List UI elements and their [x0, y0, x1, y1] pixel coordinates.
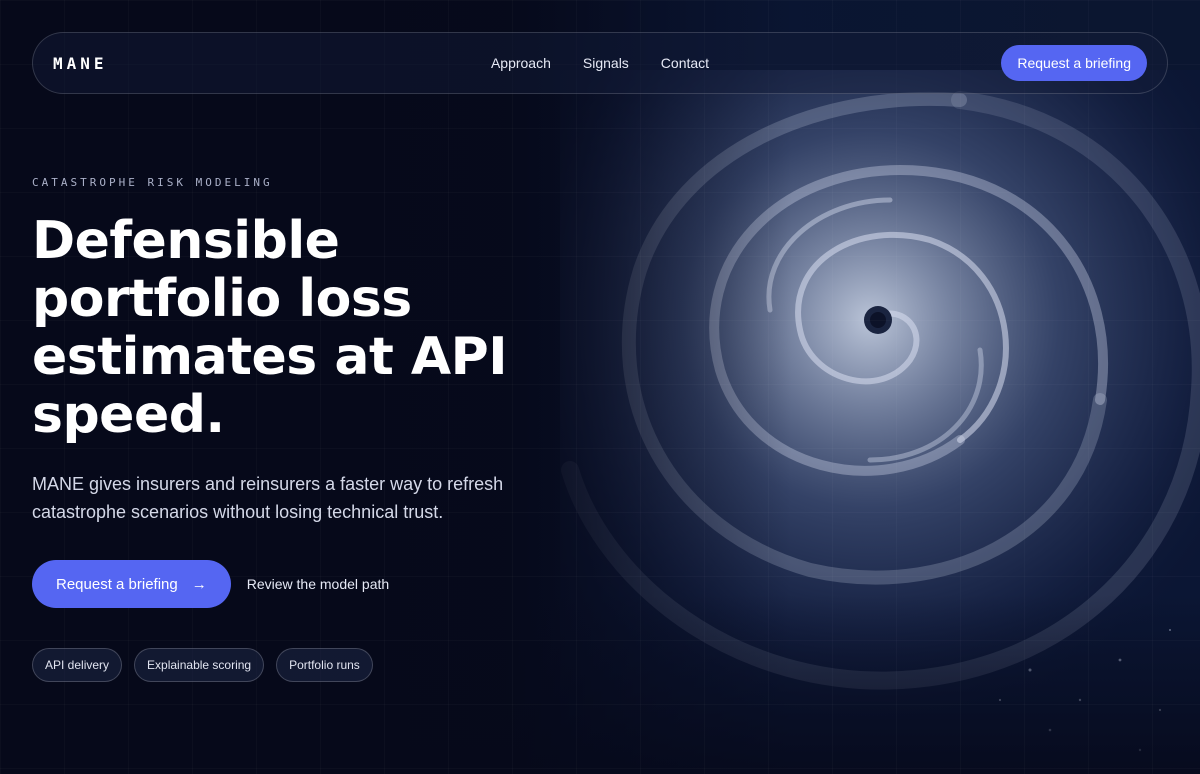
hero-request-briefing-button[interactable]: Request a briefing →: [32, 560, 231, 608]
top-navigation-bar: MANE Approach Signals Contact Request a …: [32, 32, 1168, 94]
chip-portfolio-runs: Portfolio runs: [276, 648, 373, 682]
nav-link-signals[interactable]: Signals: [583, 55, 629, 71]
hero-request-briefing-label: Request a briefing: [56, 575, 178, 593]
chip-api-delivery: API delivery: [32, 648, 123, 682]
hurricane-satellite-image: [560, 70, 1200, 774]
feature-chips: API delivery Explainable scoring Portfol…: [32, 648, 373, 682]
nav-link-approach[interactable]: Approach: [491, 55, 551, 71]
hero-section: MANE Approach Signals Contact Request a …: [0, 0, 1200, 774]
hero-eyebrow: CATASTROPHE RISK MODELING: [32, 176, 273, 189]
hero-headline: Defensible portfolio loss estimates at A…: [32, 211, 508, 445]
hero-cta-row: Request a briefing → Review the model pa…: [32, 560, 389, 608]
chip-explainable-scoring: Explainable scoring: [134, 648, 265, 682]
hero-subcopy: MANE gives insurers and reinsurers a fas…: [32, 474, 504, 522]
review-model-path-link[interactable]: Review the model path: [247, 576, 389, 592]
arrow-right-icon: →: [191, 575, 207, 593]
nav-links: Approach Signals Contact: [491, 55, 709, 71]
nav-link-contact[interactable]: Contact: [661, 55, 709, 71]
brand-logo[interactable]: MANE: [53, 54, 108, 73]
nav-request-briefing-button[interactable]: Request a briefing: [1001, 45, 1147, 81]
